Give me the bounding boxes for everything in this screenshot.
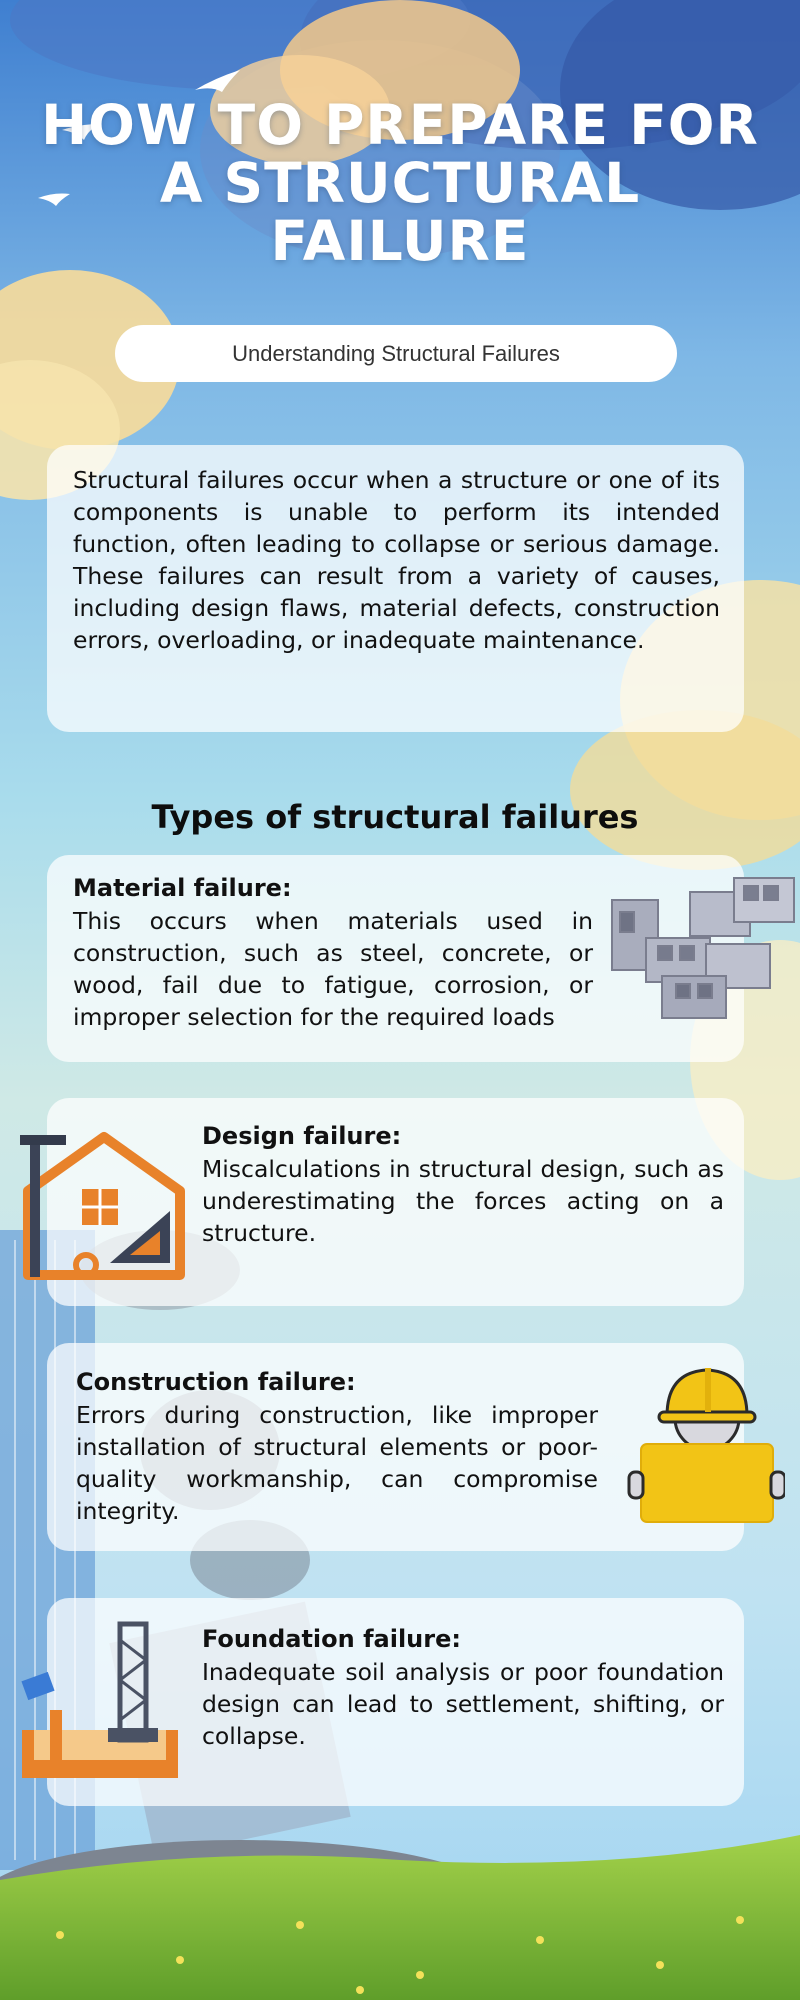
construction-failure-description: Errors during construction, like imprope… — [76, 1401, 598, 1525]
foundation-failure-title: Foundation failure: — [202, 1625, 461, 1653]
house-blueprint-icon — [20, 1132, 185, 1280]
foundation-failure-text-block: Foundation failure: Inadequate soil anal… — [202, 1624, 724, 1752]
foundation-failure-description: Inadequate soil analysis or poor foundat… — [202, 1658, 724, 1750]
intro-card: Structural failures occur when a structu… — [47, 445, 744, 732]
material-failure-text-block: Material failure: This occurs when mater… — [73, 873, 593, 1033]
page-title: HOW TO PREPARE FOR A STRUCTURAL FAILURE — [41, 93, 759, 273]
material-failure-title: Material failure: — [73, 874, 292, 902]
material-failure-description: This occurs when materials used in const… — [73, 907, 593, 1031]
design-failure-description: Miscalculations in structural design, su… — [202, 1155, 724, 1247]
construction-worker-icon — [627, 1368, 785, 1523]
types-heading: Types of structural failures — [151, 798, 639, 836]
construction-failure-text-block: Construction failure: Errors during cons… — [76, 1367, 598, 1527]
concrete-blocks-icon — [611, 877, 795, 1019]
subtitle-pill: Understanding Structural Failures — [115, 325, 677, 382]
intro-text: Structural failures occur when a structu… — [73, 466, 720, 654]
construction-failure-title: Construction failure: — [76, 1368, 356, 1396]
foundation-drill-icon — [21, 1621, 178, 1778]
design-failure-title: Design failure: — [202, 1122, 402, 1150]
design-failure-text-block: Design failure: Miscalculations in struc… — [202, 1121, 724, 1249]
